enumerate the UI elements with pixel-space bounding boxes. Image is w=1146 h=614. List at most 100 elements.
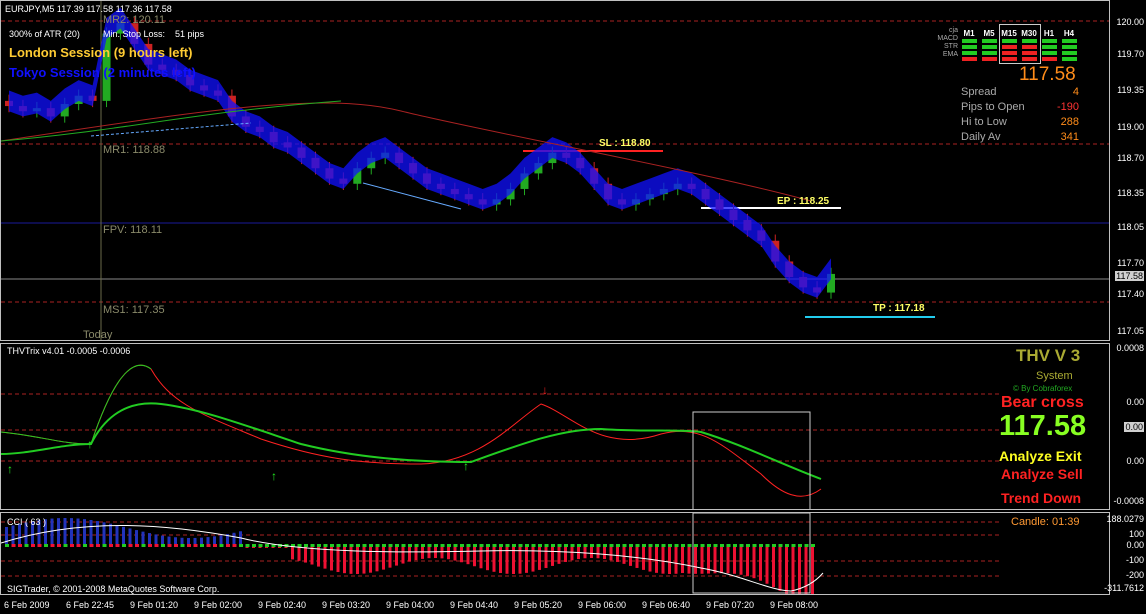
cci-signal-dot (5, 544, 9, 547)
cci-signal-dot (63, 544, 68, 547)
tokyo-session: Tokyo Session (2 minutes left) (9, 65, 196, 80)
cci-bar (791, 546, 795, 594)
cci-signal-dot (622, 544, 627, 547)
cci-signal-dot (772, 544, 776, 547)
cci-signal-dot (713, 544, 718, 547)
cci-bar (375, 546, 379, 572)
cci-bar (460, 546, 463, 563)
cci-bar (109, 523, 112, 546)
buy-arrow-icon: ↑ (87, 437, 93, 451)
sl-label: SL : 118.80 (599, 138, 651, 149)
price-scale[interactable]: 120.00 119.70 119.35 119.00 118.70 118.35 118.… (1110, 0, 1146, 341)
cci-signal-dot (577, 544, 581, 547)
trix-scale[interactable]: 0.0008 0.00 0.00 0.00 -0.0008 (1110, 343, 1146, 510)
cci-signal-dot (544, 544, 549, 547)
cci-bar (616, 546, 619, 562)
cci-signal-dot (551, 544, 555, 547)
cci-signal-dot (434, 544, 438, 547)
cci-bar (746, 546, 749, 577)
tf-cell (1062, 45, 1077, 49)
cci-bar (135, 530, 138, 546)
trend-text: Trend Down (1001, 490, 1082, 506)
cci-chart[interactable] (1, 513, 1110, 595)
cci-bar (538, 546, 541, 570)
row-label-macd: MACD (937, 35, 958, 42)
scale-label: 117.58 (1115, 271, 1144, 281)
cci-signal-dot (642, 544, 646, 547)
tf-cell (962, 45, 977, 49)
cci-title: CCI ( 63 ) (7, 517, 47, 527)
scale-label: 0.0008 (1116, 343, 1144, 353)
cci-pane[interactable]: CCI ( 63 ) Candle: 01:39 SIGTrader, © 20… (0, 512, 1110, 595)
scale-label: 0.00 (1124, 422, 1144, 432)
cci-bar (57, 518, 60, 546)
thv-credit: © By Cobraforex (1013, 384, 1073, 393)
cci-signal-dot (83, 544, 87, 547)
cci-bar (421, 546, 424, 559)
cci-signal-dot (408, 544, 412, 547)
trix-chart[interactable]: ↑ ↑ ↑ ↑ ↓ (1, 344, 1110, 510)
cci-signal-dot (466, 544, 471, 547)
cci-signal-dot (37, 544, 42, 547)
tf-header-h1: H1 (1043, 29, 1055, 38)
cci-bar (551, 546, 554, 566)
cci-signal-dot (343, 544, 347, 547)
tf-cell (982, 45, 997, 49)
cci-signal-dot (752, 544, 757, 547)
cci-signal-dot (213, 544, 217, 547)
cci-signal-dot (76, 544, 81, 547)
candle-timer: Candle: 01:39 (1011, 516, 1080, 528)
trix-pane[interactable]: ↑ ↑ ↑ ↑ ↓ THVTrix v4.01 -0.0005 -0.0006 THV … (0, 343, 1110, 510)
tf-cell (982, 57, 997, 61)
cci-signal-dot (583, 544, 588, 547)
dashboard-price: 117.58 (1019, 64, 1076, 85)
cci-signal-dot (219, 544, 224, 547)
cci-signal-dot (791, 544, 796, 547)
time-axis[interactable]: 6 Feb 2009 6 Feb 22:45 9 Feb 01:20 9 Feb 02… (0, 597, 1146, 614)
row-label-str: STR (944, 43, 958, 50)
stat-daily-av: Daily Av 341 (961, 131, 1079, 143)
cci-signal-dot (226, 544, 230, 547)
tf-cell (982, 51, 997, 55)
cci-bar (583, 546, 587, 559)
cci-bar (297, 546, 301, 561)
copyright-text: SIGTrader, © 2001-2008 MetaQuotes Softwa… (7, 584, 220, 594)
scale-label: 118.70 (1117, 153, 1144, 163)
cci-bar (609, 546, 613, 561)
cci-signal-dot (668, 544, 672, 547)
cci-bar (128, 528, 132, 546)
cci-signal-dot (317, 544, 321, 547)
cci-bar (778, 546, 782, 591)
today-label: Today (83, 329, 113, 341)
cci-signal-dot (200, 544, 204, 547)
min-stop-label: Min. Stop Loss: (103, 29, 166, 39)
cci-signal-dot (109, 544, 113, 547)
cci-signal-dot (174, 544, 178, 547)
scale-label: 0.00 (1126, 397, 1144, 407)
cci-signal-dot (512, 544, 516, 547)
cci-signal-dot (57, 544, 61, 547)
cci-signal-dot (648, 544, 653, 547)
cci-bar (369, 546, 372, 573)
cci-signal-dot (778, 544, 783, 547)
cci-signal-dot (746, 544, 750, 547)
cci-bar (499, 546, 502, 574)
cci-scale[interactable]: 188.0279 100 0.00 -100 -200 -311.7612 (1104, 512, 1146, 595)
cci-signal-dot (674, 544, 679, 547)
trix-price: 117.58 (999, 410, 1087, 442)
cci-signal-dot (252, 544, 256, 547)
cci-bar (453, 546, 457, 561)
stat-spread: Spread 4 (961, 86, 1079, 98)
cci-bar (5, 527, 8, 546)
cci-bar (720, 546, 723, 574)
cci-signal-dot (414, 544, 419, 547)
cci-signal-dot (50, 544, 55, 547)
cci-bar (811, 546, 814, 594)
cci-bar (466, 546, 470, 565)
cci-signal-dot (70, 544, 74, 547)
price-chart-pane[interactable]: EURJPY,M5 117.39 117.58 117.36 117.58 30… (0, 0, 1110, 341)
cci-bar (772, 546, 775, 588)
analyze-sell: Analyze Sell (1001, 466, 1083, 482)
cci-signal-dot (44, 544, 48, 547)
cci-signal-dot (609, 544, 614, 547)
